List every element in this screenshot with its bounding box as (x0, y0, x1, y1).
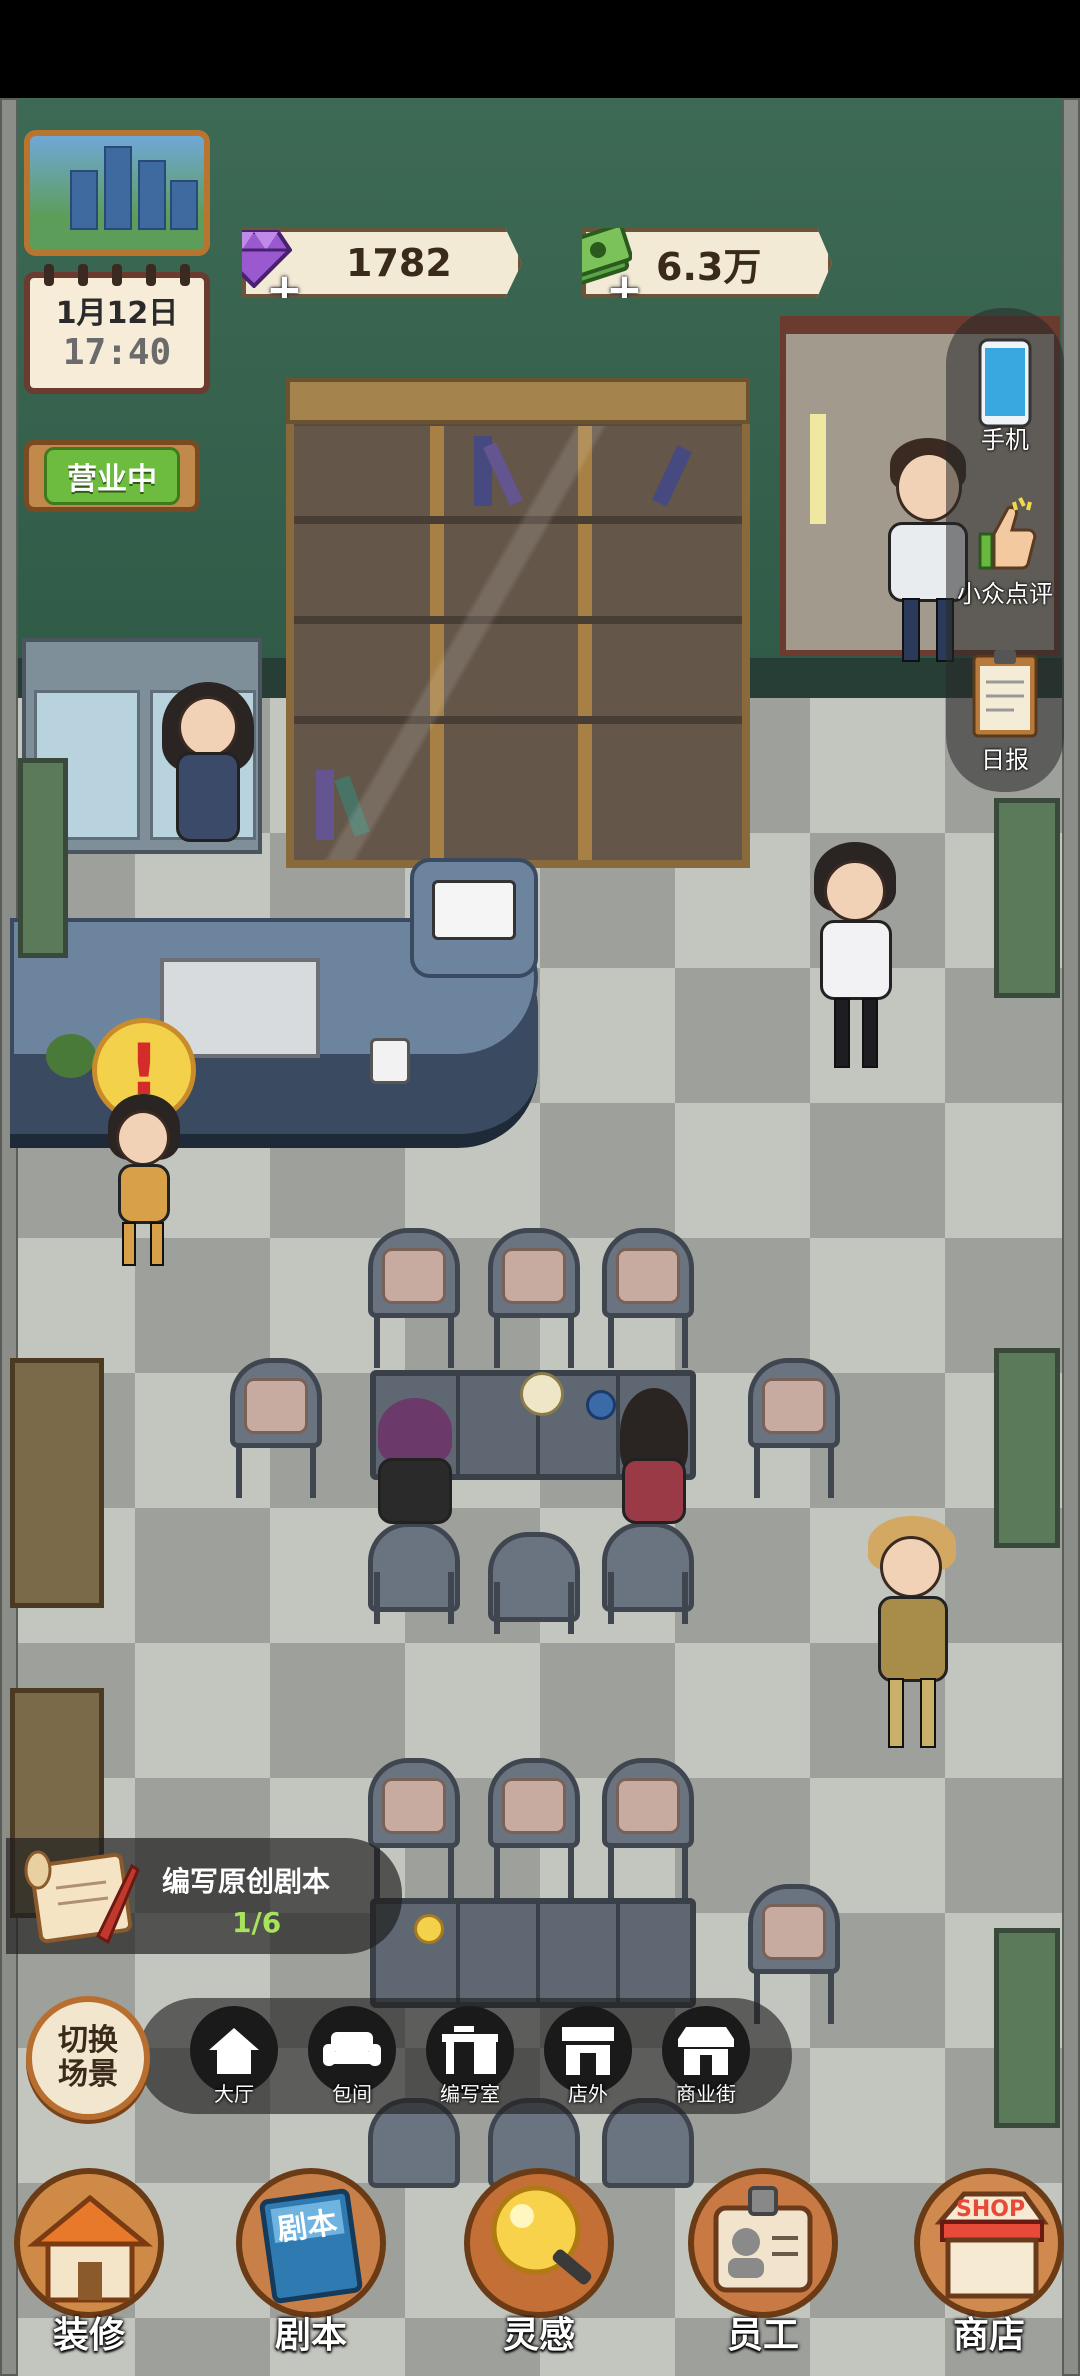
hiker-character[interactable] (862, 1516, 962, 1756)
tab-lobby[interactable]: 大厅 (186, 2006, 282, 2106)
reviews-button[interactable]: 小众点评 (946, 494, 1064, 609)
sofa-icon (323, 2032, 381, 2066)
game-date: 1月12日 (55, 296, 179, 331)
street-shop-icon (678, 2027, 734, 2075)
clipboard-icon (972, 650, 1038, 738)
tab-outside-label: 店外 (568, 2082, 608, 2106)
tab-private-room-label: 包间 (332, 2082, 372, 2106)
seated-player[interactable] (372, 1398, 458, 1528)
gem-count: 1782 (346, 241, 452, 285)
tab-outside[interactable]: 店外 (540, 2006, 636, 2106)
lightbulb-icon (464, 2168, 614, 2318)
business-status-label: 营业中 (44, 447, 180, 505)
game-time: 17:40 (62, 332, 172, 373)
bottom-nav: 装修 剧本 剧本 灵感 员工 SHOP 商店 (0, 2160, 1080, 2376)
cash-amount: 6.3万 (656, 244, 762, 289)
switch-scene-label: 切换场景 (58, 2023, 118, 2092)
tab-shopping-street[interactable]: 商业街 (658, 2006, 754, 2106)
scene-thumbnail-button[interactable] (24, 130, 210, 256)
customer-character[interactable] (808, 842, 904, 1074)
receptionist-character[interactable] (158, 682, 258, 852)
svg-text:SHOP: SHOP (956, 2197, 1025, 2222)
child-character[interactable] (104, 1094, 184, 1274)
nav-decorate[interactable]: 装修 (4, 2160, 174, 2376)
tab-writing-room-label: 编写室 (440, 2082, 500, 2106)
nav-scripts-label: 剧本 (274, 2315, 347, 2356)
right-wall-pillar (1062, 98, 1080, 2376)
chair[interactable] (368, 1522, 460, 1662)
shop-icon: SHOP (914, 2168, 1064, 2318)
daily-report-label: 日报 (981, 746, 1029, 774)
desk-icon (442, 2026, 498, 2074)
gem-counter[interactable]: + 1782 (242, 228, 522, 298)
storefront-icon (562, 2027, 614, 2075)
chair[interactable] (602, 1228, 694, 1368)
chair[interactable] (488, 1758, 580, 1898)
daily-report-button[interactable]: 日报 (946, 648, 1064, 775)
phone-icon (978, 338, 1032, 428)
nav-inspiration-label: 灵感 (502, 2315, 575, 2356)
game-table[interactable] (370, 1898, 696, 2008)
chair[interactable] (488, 1228, 580, 1368)
chair[interactable] (748, 1358, 840, 1498)
chair[interactable] (368, 1228, 460, 1368)
calendar-clock: 1月12日 17:40 (24, 264, 210, 394)
quest-tracker[interactable]: 编写原创剧本 1/6 (6, 1838, 402, 1954)
switch-scene-button[interactable]: 切换场景 (26, 1996, 150, 2120)
left-wall-pillar (0, 98, 18, 2376)
chair[interactable] (748, 1884, 840, 2024)
tab-lobby-label: 大厅 (214, 2082, 254, 2106)
tab-shopping-street-label: 商业街 (676, 2082, 736, 2106)
phone-button[interactable]: 手机 (946, 338, 1064, 455)
chair[interactable] (602, 1758, 694, 1898)
wall-picture (994, 798, 1060, 998)
reception-counter[interactable] (10, 858, 538, 1188)
business-status-sign[interactable]: 营业中 (24, 440, 200, 512)
status-bar (0, 0, 1080, 98)
house-renovate-icon (14, 2168, 164, 2318)
bookshelf[interactable] (286, 378, 750, 868)
seated-player[interactable] (614, 1388, 694, 1528)
nav-shop-label: 商店 (952, 2315, 1025, 2356)
cash-counter[interactable]: + 6.3万 (582, 228, 832, 298)
quest-title: 编写原创剧本 (162, 1865, 331, 1898)
nav-scripts[interactable]: 剧本 剧本 (226, 2160, 396, 2376)
nav-inspiration[interactable]: 灵感 (454, 2160, 624, 2376)
right-side-panel: 手机 小众点评 日报 (946, 308, 1064, 792)
wall-picture (994, 1348, 1060, 1548)
phone-label: 手机 (981, 426, 1029, 454)
scene-tab-bar: 大厅 包间 编写室 店外 商业街 (138, 1998, 792, 2114)
nav-staff[interactable]: 员工 (678, 2160, 848, 2376)
chair[interactable] (602, 1522, 694, 1662)
script-book-icon: 剧本 (236, 2168, 386, 2318)
wall-picture (994, 1928, 1060, 2128)
quest-progress: 1/6 (232, 1906, 282, 1939)
nav-shop[interactable]: SHOP 商店 (904, 2160, 1074, 2376)
nav-decorate-label: 装修 (52, 2315, 125, 2356)
thumbs-up-icon (978, 497, 1037, 570)
chair[interactable] (230, 1358, 322, 1498)
staff-badge-icon (688, 2168, 838, 2318)
wall-picture (18, 758, 68, 958)
reviews-label: 小众点评 (957, 580, 1053, 608)
scroll-quill-icon (24, 1850, 140, 1945)
tab-writing-room[interactable]: 编写室 (422, 2006, 518, 2106)
snack-shelf[interactable] (10, 1358, 104, 1608)
chair[interactable] (488, 1532, 580, 1672)
house-icon (209, 2028, 259, 2074)
nav-staff-label: 员工 (726, 2315, 799, 2356)
tab-private-room[interactable]: 包间 (304, 2006, 400, 2106)
